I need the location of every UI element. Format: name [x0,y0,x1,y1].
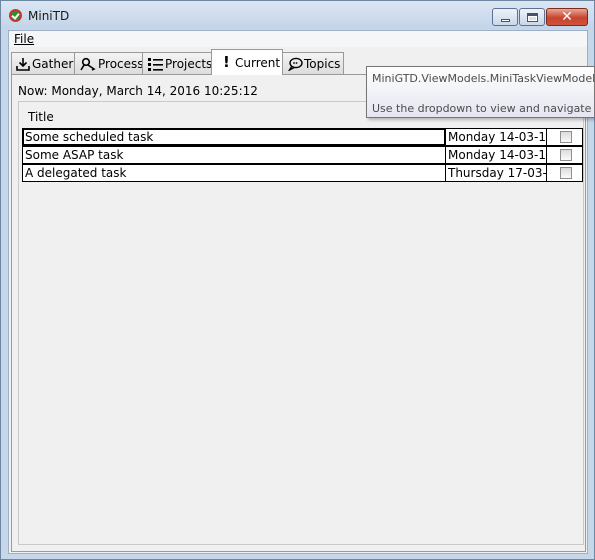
download-tray-icon [16,57,30,74]
task-title-cell[interactable]: Some scheduled task [22,128,446,146]
current-time-label: Now: Monday, March 14, 2016 10:25:12 [18,84,258,98]
tab-gather-label: Gather [32,57,74,71]
exclamation-icon: ! [223,53,230,71]
menu-bar: File [9,31,587,47]
tab-current[interactable]: ! Current [211,49,283,75]
process-icon [80,57,96,74]
tab-gather[interactable]: Gather [11,52,75,74]
table-row[interactable]: Some ASAP task Monday 14-03-16 [22,146,583,164]
task-done-cell [546,164,583,182]
task-grid: Title Some scheduled task Monday 14-03-1… [18,101,584,545]
close-button[interactable]: ✕ [546,8,588,26]
window-title: MiniTD [28,9,70,23]
tab-projects-label: Projects [165,57,213,71]
tab-topics[interactable]: Topics [282,52,344,74]
close-icon: ✕ [561,9,573,25]
tab-process-label: Process [98,57,144,71]
task-title-cell[interactable]: A delegated task [22,164,446,182]
task-date-cell[interactable]: Monday 14-03-16 [445,128,547,146]
column-header-title[interactable]: Title [28,110,54,124]
list-icon [148,57,163,74]
window-controls: ✕ [491,8,588,26]
maximize-button[interactable] [519,8,545,26]
task-done-checkbox[interactable] [560,149,572,161]
table-row[interactable]: A delegated task Thursday 17-03-16 [22,164,583,182]
tab-projects[interactable]: Projects [142,52,212,74]
table-row[interactable]: Some scheduled task Monday 14-03-16 [22,128,583,146]
task-done-cell [546,128,583,146]
minimize-icon [501,19,510,22]
task-done-checkbox[interactable] [560,131,572,143]
tooltip-description: Use the dropdown to view and navigate to… [372,102,594,115]
task-date-cell[interactable]: Monday 14-03-16 [445,146,547,164]
tab-process[interactable]: Process [74,52,144,74]
minimize-button[interactable] [492,8,518,26]
menu-file[interactable]: File [14,32,34,46]
maximize-icon [527,13,538,22]
task-done-checkbox[interactable] [560,167,572,179]
title-bar[interactable]: MiniTD ✕ [1,1,594,29]
task-done-cell [546,146,583,164]
tooltip-title: MiniGTD.ViewModels.MiniTaskViewModel [372,72,595,85]
current-tab-panel: Now: Monday, March 14, 2016 10:25:12 Tit… [11,74,586,552]
tab-current-label: Current [235,56,281,70]
tooltip: MiniGTD.ViewModels.MiniTaskViewModel Use… [366,66,595,118]
checkmark-app-icon [9,9,22,22]
speech-bubble-icon [287,57,303,74]
tab-topics-label: Topics [304,57,341,71]
task-date-cell[interactable]: Thursday 17-03-16 [445,164,547,182]
task-title-cell[interactable]: Some ASAP task [22,146,446,164]
